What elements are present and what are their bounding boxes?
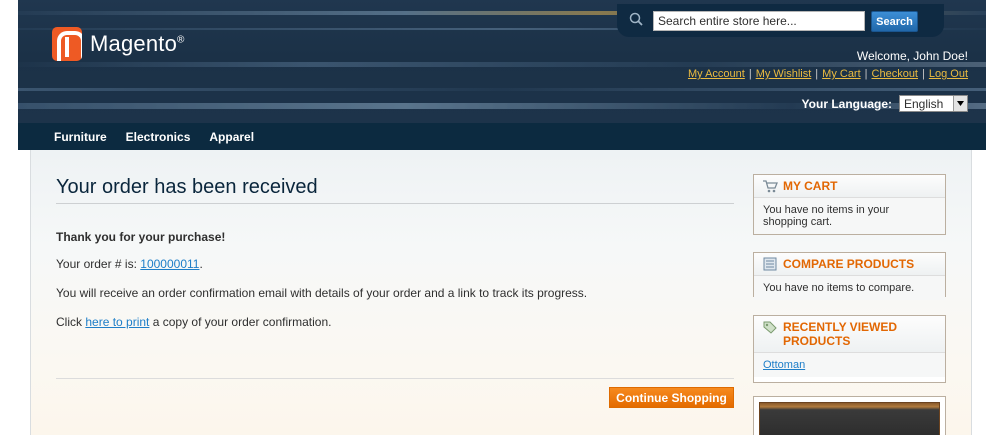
main-nav: Furniture Electronics Apparel xyxy=(18,123,986,150)
cart-empty-text: You have no items in your shopping cart. xyxy=(754,198,945,234)
main-content: Your order has been received Thank you f… xyxy=(30,150,972,435)
recently-viewed-list: Ottoman xyxy=(754,353,945,377)
language-label: Your Language: xyxy=(801,96,892,111)
page-title: Your order has been received xyxy=(56,176,734,204)
divider xyxy=(56,378,734,379)
header-links: My Account | My Wishlist | My Cart | Checkout |… xyxy=(688,68,968,80)
block-title: RECENTLY VIEWED PRODUCTS xyxy=(754,316,945,353)
nav-item-electronics[interactable]: Electronics xyxy=(126,130,191,144)
order-success: Your order has been received Thank you f… xyxy=(56,176,734,329)
nav-item-apparel[interactable]: Apparel xyxy=(209,130,254,144)
promo-image xyxy=(759,402,940,435)
print-text: Click here to print a copy of your order… xyxy=(56,315,332,329)
my-cart-link[interactable]: My Cart xyxy=(822,68,861,80)
block-title: MY CART xyxy=(754,175,945,198)
header: Magento® Search Welcome, John Doe! My Ac… xyxy=(18,0,986,123)
list-icon xyxy=(763,257,777,271)
search-input[interactable] xyxy=(653,11,865,31)
log-out-link[interactable]: Log Out xyxy=(929,68,968,80)
recently-viewed-block: RECENTLY VIEWED PRODUCTS Ottoman xyxy=(753,315,946,383)
language-value: English xyxy=(904,96,944,111)
block-title: COMPARE PRODUCTS xyxy=(754,253,945,276)
cart-icon xyxy=(763,180,778,193)
search-button[interactable]: Search xyxy=(871,11,918,32)
link-separator: | xyxy=(748,68,752,80)
checkout-link[interactable]: Checkout xyxy=(872,68,918,80)
magento-logo-icon xyxy=(52,27,82,61)
header-decoration xyxy=(18,62,986,67)
mini-cart-block: MY CART You have no items in your shoppi… xyxy=(753,174,946,235)
language-switcher: Your Language: English xyxy=(802,95,968,112)
search-icon xyxy=(629,12,643,26)
thank-you-heading: Thank you for your purchase! xyxy=(56,230,226,244)
search-bar: Search xyxy=(617,4,944,37)
order-number-text: Your order # is: 100000011. xyxy=(56,257,203,271)
tag-icon xyxy=(763,321,777,334)
language-select[interactable]: English xyxy=(899,95,968,112)
logo[interactable]: Magento® xyxy=(52,26,185,62)
print-link[interactable]: here to print xyxy=(85,315,149,329)
compare-empty-text: You have no items to compare. xyxy=(754,276,945,300)
nav-item-furniture[interactable]: Furniture xyxy=(54,130,107,144)
continue-shopping-button[interactable]: Continue Shopping xyxy=(609,387,734,408)
my-wishlist-link[interactable]: My Wishlist xyxy=(756,68,812,80)
order-number-link[interactable]: 100000011 xyxy=(140,257,199,271)
my-account-link[interactable]: My Account xyxy=(688,68,745,80)
link-separator: | xyxy=(864,68,868,80)
logo-text: Magento® xyxy=(90,31,185,56)
dropdown-arrow-icon xyxy=(953,96,967,111)
header-decoration xyxy=(18,88,986,91)
link-separator: | xyxy=(815,68,819,80)
email-notice: You will receive an order confirmation e… xyxy=(56,286,588,300)
welcome-message: Welcome, John Doe! xyxy=(856,49,968,63)
compare-products-block: COMPARE PRODUCTS You have no items to co… xyxy=(753,252,946,300)
recent-product-link[interactable]: Ottoman xyxy=(763,359,805,371)
promo-banner[interactable] xyxy=(753,396,946,435)
link-separator: | xyxy=(922,68,925,80)
